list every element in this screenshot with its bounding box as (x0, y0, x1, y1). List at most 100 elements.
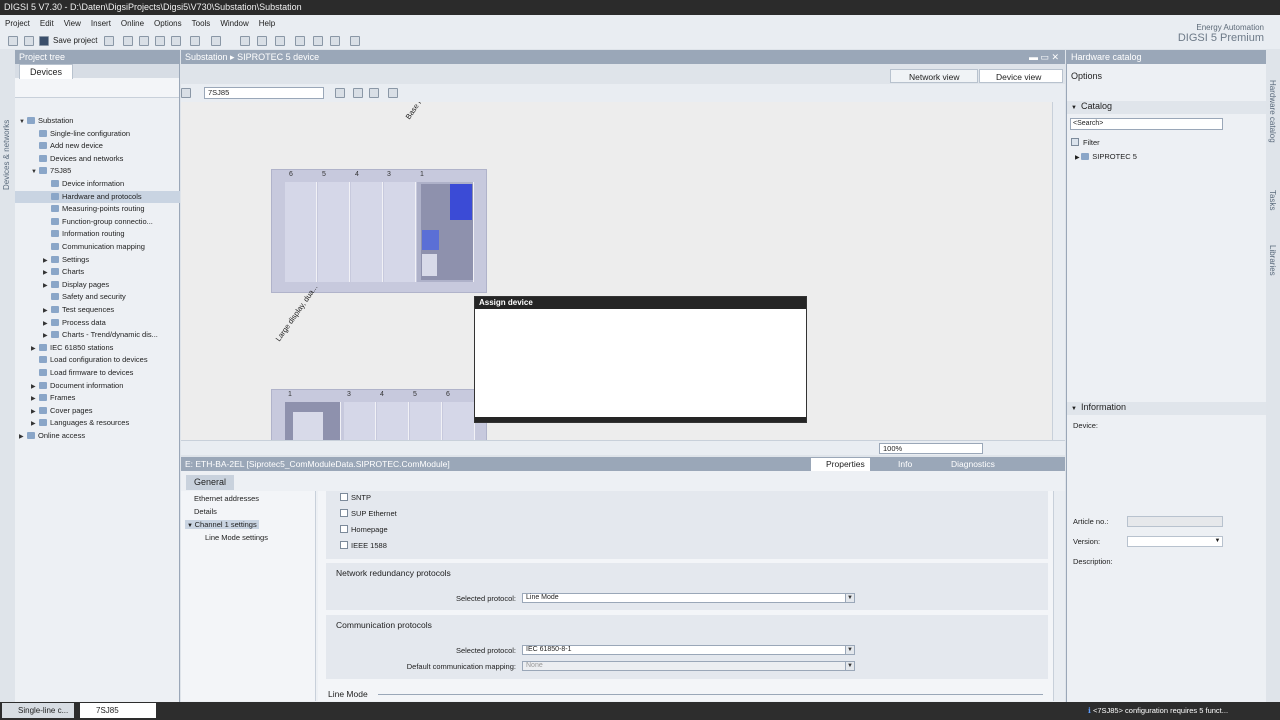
save-icon[interactable] (39, 36, 49, 46)
tree-item[interactable]: ▼ Substation (15, 115, 180, 128)
menu-help[interactable]: Help (254, 15, 280, 33)
menu-options[interactable]: Options (149, 15, 187, 33)
taskbar-single-line[interactable]: Single-line c... (2, 703, 74, 718)
nav-channel1-settings[interactable]: ▼ Channel 1 settings (185, 520, 259, 529)
rack-base-module[interactable]: 6 5 4 3 1 (271, 169, 487, 293)
tree-item[interactable]: Communication mapping (15, 241, 180, 254)
tree-item[interactable]: ▶ Test sequences (15, 304, 180, 317)
canvas-hscrollbar[interactable]: 100% (181, 440, 1065, 455)
tree-item[interactable]: ▶ Settings (15, 254, 180, 267)
zoom-select[interactable]: 100% (879, 443, 983, 454)
tab-general[interactable]: General (186, 475, 235, 490)
slot-3[interactable] (344, 402, 376, 440)
taskbar-7sj85[interactable]: 7SJ85 (80, 703, 156, 718)
tasks-vtab[interactable]: Tasks (1268, 190, 1277, 220)
devices-networks-vtab[interactable]: Devices & networks (2, 100, 11, 190)
nav-line-mode-settings[interactable]: Line Mode settings (205, 533, 268, 542)
tree-item[interactable]: ▶ Languages & resources (15, 417, 180, 430)
menu-view[interactable]: View (59, 15, 86, 33)
device-select[interactable]: 7SJ85 (204, 87, 324, 99)
undo-icon[interactable] (190, 36, 200, 46)
tree-item[interactable]: ▶ Process data (15, 317, 180, 330)
menu-insert[interactable]: Insert (86, 15, 116, 33)
slot-6[interactable] (443, 402, 475, 440)
default-mapping-select[interactable]: None ▼ (522, 661, 855, 671)
rack-large-display[interactable]: 1 3 4 5 6 (271, 389, 487, 440)
tree-item[interactable]: Add new device (15, 140, 180, 153)
version-select[interactable]: ▼ (1127, 536, 1223, 547)
draw-icon[interactable] (353, 88, 363, 98)
slot-3[interactable] (384, 182, 416, 282)
print-icon[interactable] (104, 36, 114, 46)
tree-item[interactable]: Safety and security (15, 291, 180, 304)
tree-item[interactable]: ▶ Online access (15, 430, 180, 443)
save-project-button[interactable]: Save project (53, 36, 97, 45)
zoom-icon[interactable] (388, 88, 398, 98)
sntp-checkbox[interactable] (340, 493, 348, 501)
new-project-icon[interactable] (8, 36, 18, 46)
grid-icon[interactable] (369, 88, 379, 98)
menu-tools[interactable]: Tools (187, 15, 216, 33)
tree-item[interactable]: Single-line configuration (15, 128, 180, 141)
open-project-icon[interactable] (24, 36, 34, 46)
tree-item[interactable]: Function-group connectio... (15, 216, 180, 229)
stop-icon[interactable] (295, 36, 305, 46)
tree-item[interactable]: Load configuration to devices (15, 354, 180, 367)
menu-window[interactable]: Window (215, 15, 253, 33)
tree-item[interactable]: Information routing (15, 228, 180, 241)
tree-item[interactable]: ▶ Frames (15, 392, 180, 405)
breadcrumb-current[interactable]: SIPROTEC 5 device (237, 52, 319, 62)
tab-devices[interactable]: Devices (19, 64, 74, 79)
tool-icon[interactable] (350, 36, 360, 46)
sup-ethernet-checkbox[interactable] (340, 509, 348, 517)
menu-online[interactable]: Online (116, 15, 149, 33)
device-view-tab[interactable]: Device view (979, 69, 1063, 83)
menu-project[interactable]: Project (0, 15, 35, 33)
catalog-search-input[interactable]: <Search> (1070, 118, 1223, 130)
tree-item[interactable]: Hardware and protocols (15, 190, 180, 204)
redo-icon[interactable] (211, 36, 221, 46)
menu-edit[interactable]: Edit (35, 15, 59, 33)
hardware-catalog-vtab[interactable]: Hardware catalog (1268, 80, 1277, 160)
nav-details[interactable]: Details (194, 507, 217, 516)
slot-6[interactable] (285, 182, 317, 282)
copy-icon[interactable] (139, 36, 149, 46)
network-view-tab[interactable]: Network view (890, 69, 978, 83)
tree-item[interactable]: Load firmware to devices (15, 367, 180, 380)
breadcrumb-root[interactable]: Substation (185, 52, 228, 62)
load-icon[interactable] (275, 36, 285, 46)
catalog-item-siprotec5[interactable]: ▶ SIPROTEC 5 (1075, 152, 1137, 161)
assign-device-dialog[interactable]: Assign device (474, 296, 807, 423)
tree-item[interactable]: ▶ Charts (15, 266, 180, 279)
slot-1[interactable] (417, 182, 474, 282)
tab-info[interactable]: Info (883, 458, 917, 471)
tree-item[interactable]: Devices and networks (15, 153, 180, 166)
communication-protocol-select[interactable]: IEC 61850-8-1 ▼ (522, 645, 855, 655)
tree-item[interactable]: ▶ IEC 61850 stations (15, 342, 180, 355)
base-module[interactable] (421, 184, 473, 280)
filter-checkbox[interactable] (1071, 138, 1079, 146)
properties-vscrollbar[interactable] (1053, 491, 1065, 701)
tree-item[interactable]: ▼ 7SJ85 (15, 165, 180, 178)
tab-diagnostics[interactable]: Diagnostics (936, 458, 1000, 471)
layout-icon[interactable] (335, 88, 345, 98)
split-horizontal-icon[interactable] (313, 36, 323, 46)
paste-icon[interactable] (155, 36, 165, 46)
expander-icon[interactable]: ▶ (19, 431, 27, 444)
window-controls[interactable]: ▬ ▭ ✕ (1029, 50, 1059, 64)
device-overview-icon[interactable] (181, 88, 191, 98)
slot-4[interactable] (351, 182, 383, 282)
canvas-vscrollbar[interactable] (1052, 102, 1065, 440)
go-online-icon[interactable] (240, 36, 250, 46)
tab-properties[interactable]: Properties (811, 458, 870, 471)
information-section-header[interactable]: ▼ Information (1067, 402, 1266, 415)
redundancy-protocol-select[interactable]: Line Mode ▼ (522, 593, 855, 603)
slot-5[interactable] (410, 402, 442, 440)
cut-icon[interactable] (123, 36, 133, 46)
tree-item[interactable]: ▶ Cover pages (15, 405, 180, 418)
tree-item[interactable]: Device information (15, 178, 180, 191)
ieee1588-checkbox[interactable] (340, 541, 348, 549)
tree-item[interactable]: ▶ Document information (15, 380, 180, 393)
homepage-checkbox[interactable] (340, 525, 348, 533)
go-offline-icon[interactable] (257, 36, 267, 46)
